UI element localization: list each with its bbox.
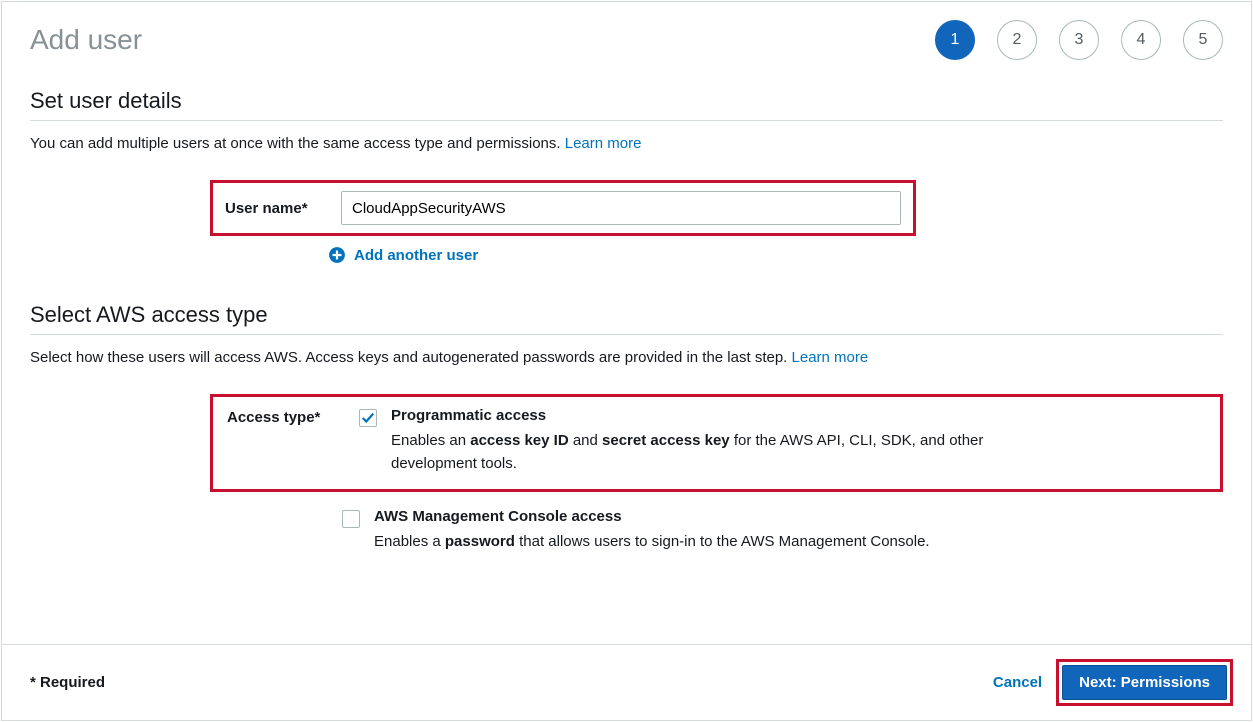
step-1[interactable]: 1 bbox=[935, 20, 975, 60]
next-permissions-button[interactable]: Next: Permissions bbox=[1062, 665, 1227, 700]
programmatic-access-desc: Enables an access key ID and secret acce… bbox=[391, 430, 1031, 475]
access-desc-text: Select how these users will access AWS. … bbox=[30, 349, 792, 366]
header-row: Add user 1 2 3 4 5 bbox=[30, 20, 1223, 60]
programmatic-access-option: Programmatic access Enables an access ke… bbox=[391, 407, 1031, 475]
add-another-label: Add another user bbox=[354, 247, 478, 264]
console-access-option: AWS Management Console access Enables a … bbox=[374, 508, 930, 554]
username-label: User name* bbox=[225, 200, 327, 217]
section-access-title: Select AWS access type bbox=[30, 302, 1223, 335]
plus-circle-icon bbox=[328, 246, 346, 264]
cancel-button[interactable]: Cancel bbox=[993, 674, 1042, 691]
username-highlight: User name* bbox=[210, 180, 916, 236]
footer-buttons: Cancel Next: Permissions bbox=[993, 659, 1233, 706]
required-note: * Required bbox=[30, 674, 105, 691]
username-row: User name* bbox=[225, 191, 901, 225]
console-access-desc: Enables a password that allows users to … bbox=[374, 531, 930, 554]
username-block: User name* Add another user bbox=[210, 180, 1223, 264]
section-access-desc: Select how these users will access AWS. … bbox=[30, 349, 1223, 366]
programmatic-access-title: Programmatic access bbox=[391, 407, 1031, 424]
console-access-checkbox[interactable] bbox=[342, 510, 360, 528]
access-type-label: Access type* bbox=[227, 407, 345, 426]
footer: * Required Cancel Next: Permissions bbox=[2, 644, 1251, 720]
console-access-title: AWS Management Console access bbox=[374, 508, 930, 525]
section-user-details-desc: You can add multiple users at once with … bbox=[30, 135, 1223, 152]
next-highlight: Next: Permissions bbox=[1056, 659, 1233, 706]
access-highlight: Access type* Programmatic access Enables… bbox=[210, 394, 1223, 492]
access-block: Access type* Programmatic access Enables… bbox=[210, 394, 1223, 554]
step-4[interactable]: 4 bbox=[1121, 20, 1161, 60]
add-another-user-button[interactable]: Add another user bbox=[328, 246, 1223, 264]
wizard-steps: 1 2 3 4 5 bbox=[935, 20, 1223, 60]
page-title: Add user bbox=[30, 24, 142, 56]
content: Add user 1 2 3 4 5 Set user details You … bbox=[2, 2, 1251, 644]
console-access-row: AWS Management Console access Enables a … bbox=[342, 508, 1223, 554]
desc-text: You can add multiple users at once with … bbox=[30, 135, 565, 152]
add-user-page: Add user 1 2 3 4 5 Set user details You … bbox=[1, 1, 1252, 721]
programmatic-access-checkbox[interactable] bbox=[359, 409, 377, 427]
learn-more-link-2[interactable]: Learn more bbox=[792, 349, 869, 366]
section-user-details-title: Set user details bbox=[30, 88, 1223, 121]
step-5[interactable]: 5 bbox=[1183, 20, 1223, 60]
step-3[interactable]: 3 bbox=[1059, 20, 1099, 60]
step-2[interactable]: 2 bbox=[997, 20, 1037, 60]
username-input[interactable] bbox=[341, 191, 901, 225]
learn-more-link-1[interactable]: Learn more bbox=[565, 135, 642, 152]
